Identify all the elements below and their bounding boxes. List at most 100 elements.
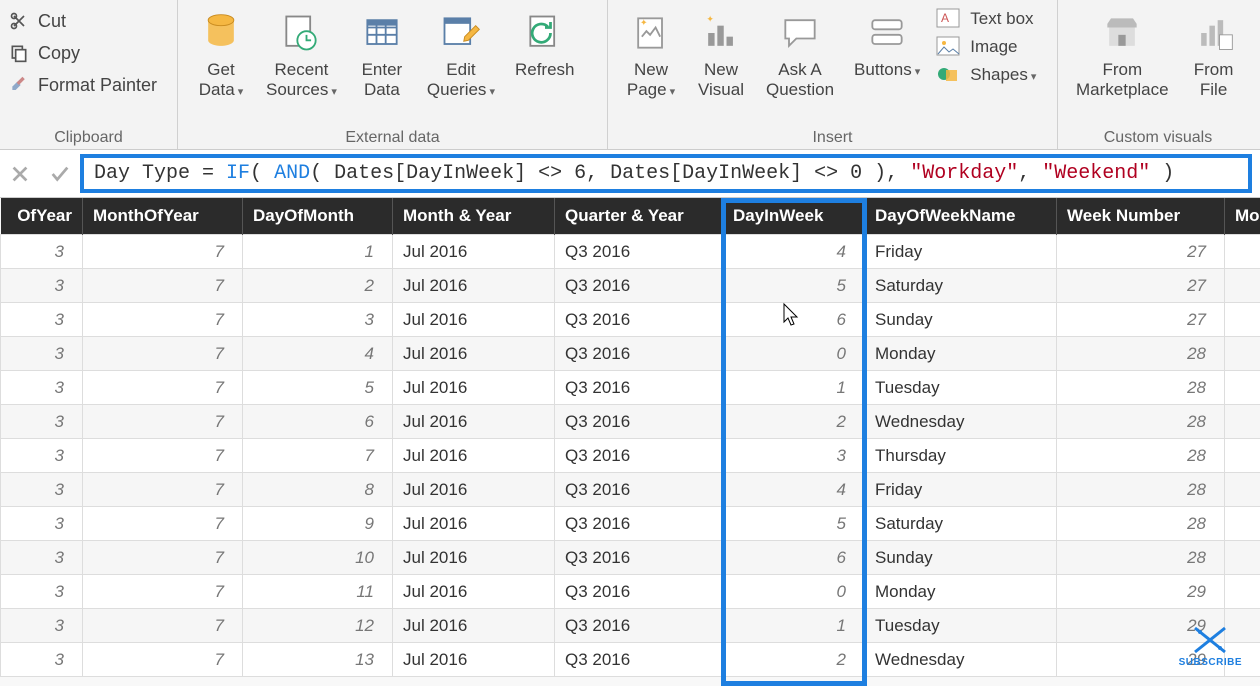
table-cell[interactable]: 8 (243, 473, 393, 507)
table-cell[interactable]: Jul 2016 (393, 405, 555, 439)
table-cell[interactable]: 4 (243, 337, 393, 371)
table-cell[interactable]: Q3 2016 (555, 541, 723, 575)
table-cell[interactable]: 29 (1057, 575, 1225, 609)
table-cell[interactable]: Tuesday (865, 609, 1057, 643)
table-cell[interactable]: 3 (1, 541, 83, 575)
table-row[interactable]: 372Jul 2016Q3 20165Saturday27 (1, 269, 1260, 303)
table-cell[interactable]: 7 (83, 507, 243, 541)
table-cell[interactable]: 7 (83, 269, 243, 303)
table-cell[interactable]: 3 (1, 269, 83, 303)
table-cell[interactable]: Q3 2016 (555, 371, 723, 405)
get-data-button[interactable]: Get Data (186, 4, 256, 101)
table-cell[interactable]: Jul 2016 (393, 473, 555, 507)
table-cell[interactable]: 3 (1, 575, 83, 609)
table-cell[interactable]: 3 (1, 439, 83, 473)
from-marketplace-button[interactable]: From Marketplace (1066, 4, 1179, 101)
table-cell[interactable]: Jul 2016 (393, 235, 555, 269)
table-cell[interactable]: Q3 2016 (555, 269, 723, 303)
table-cell[interactable]: 27 (1057, 235, 1225, 269)
table-cell[interactable]: 7 (83, 473, 243, 507)
format-painter-button[interactable]: Format Painter (8, 74, 157, 96)
table-cell[interactable]: 7 (83, 405, 243, 439)
table-cell[interactable] (1225, 269, 1260, 303)
table-cell[interactable]: 3 (1, 507, 83, 541)
table-cell[interactable]: Jul 2016 (393, 541, 555, 575)
table-cell[interactable]: Saturday (865, 269, 1057, 303)
table-row[interactable]: 378Jul 2016Q3 20164Friday28 (1, 473, 1260, 507)
column-header[interactable]: OfYear (1, 198, 83, 235)
table-cell[interactable]: 0 (723, 337, 865, 371)
table-cell[interactable]: 3 (1, 405, 83, 439)
table-cell[interactable]: Jul 2016 (393, 575, 555, 609)
table-cell[interactable]: Jul 2016 (393, 337, 555, 371)
formula-input[interactable]: Day Type = IF( AND( Dates[DayInWeek] <> … (80, 154, 1252, 193)
table-cell[interactable]: 7 (83, 235, 243, 269)
table-cell[interactable]: 3 (1, 371, 83, 405)
ask-question-button[interactable]: Ask A Question (756, 4, 844, 101)
shapes-button[interactable]: Shapes (936, 64, 1036, 86)
table-cell[interactable]: 7 (83, 337, 243, 371)
table-cell[interactable]: Wednesday (865, 643, 1057, 677)
table-cell[interactable]: 28 (1057, 439, 1225, 473)
table-cell[interactable]: 1 (723, 371, 865, 405)
table-cell[interactable] (1225, 405, 1260, 439)
table-cell[interactable]: 12 (243, 609, 393, 643)
table-cell[interactable]: 7 (83, 371, 243, 405)
formula-commit-button[interactable] (40, 163, 80, 185)
table-cell[interactable]: Jul 2016 (393, 439, 555, 473)
table-cell[interactable]: 13 (243, 643, 393, 677)
table-cell[interactable] (1225, 609, 1260, 643)
column-header[interactable]: Quarter & Year (555, 198, 723, 235)
table-cell[interactable] (1225, 473, 1260, 507)
table-cell[interactable]: Q3 2016 (555, 405, 723, 439)
table-cell[interactable]: Q3 2016 (555, 439, 723, 473)
table-cell[interactable]: Jul 2016 (393, 609, 555, 643)
image-button[interactable]: Image (936, 36, 1036, 58)
table-cell[interactable]: Saturday (865, 507, 1057, 541)
table-row[interactable]: 377Jul 2016Q3 20163Thursday28 (1, 439, 1260, 473)
table-cell[interactable]: 2 (723, 643, 865, 677)
table-row[interactable]: 379Jul 2016Q3 20165Saturday28 (1, 507, 1260, 541)
cut-button[interactable]: Cut (8, 10, 157, 32)
table-cell[interactable]: 2 (243, 269, 393, 303)
data-table[interactable]: OfYearMonthOfYearDayOfMonthMonth & YearQ… (0, 198, 1260, 677)
table-cell[interactable]: Jul 2016 (393, 269, 555, 303)
table-row[interactable]: 374Jul 2016Q3 20160Monday28 (1, 337, 1260, 371)
table-cell[interactable]: 27 (1057, 269, 1225, 303)
table-row[interactable]: 371Jul 2016Q3 20164Friday27 (1, 235, 1260, 269)
table-cell[interactable]: Q3 2016 (555, 643, 723, 677)
table-cell[interactable]: 7 (83, 439, 243, 473)
table-cell[interactable]: 3 (1, 609, 83, 643)
table-cell[interactable]: 1 (723, 609, 865, 643)
table-cell[interactable] (1225, 575, 1260, 609)
new-visual-button[interactable]: ✦ New Visual (686, 4, 756, 101)
table-cell[interactable]: Q3 2016 (555, 575, 723, 609)
table-cell[interactable]: 7 (83, 575, 243, 609)
table-row[interactable]: 3710Jul 2016Q3 20166Sunday28 (1, 541, 1260, 575)
table-cell[interactable]: 27 (1057, 303, 1225, 337)
table-cell[interactable]: 28 (1057, 507, 1225, 541)
table-cell[interactable] (1225, 337, 1260, 371)
table-cell[interactable] (1225, 371, 1260, 405)
table-cell[interactable]: Jul 2016 (393, 371, 555, 405)
table-cell[interactable]: Jul 2016 (393, 643, 555, 677)
table-cell[interactable]: Q3 2016 (555, 609, 723, 643)
table-cell[interactable]: Q3 2016 (555, 473, 723, 507)
table-cell[interactable]: 5 (723, 507, 865, 541)
column-header[interactable]: MonthOfYear (83, 198, 243, 235)
new-page-button[interactable]: ✦ New Page (616, 4, 686, 101)
table-cell[interactable]: Sunday (865, 541, 1057, 575)
table-cell[interactable]: 28 (1057, 405, 1225, 439)
table-cell[interactable]: Monday (865, 575, 1057, 609)
table-cell[interactable]: Q3 2016 (555, 337, 723, 371)
table-cell[interactable]: 3 (1, 303, 83, 337)
column-header[interactable]: DayOfMonth (243, 198, 393, 235)
table-cell[interactable]: 6 (723, 303, 865, 337)
table-cell[interactable]: Q3 2016 (555, 235, 723, 269)
column-header[interactable]: DayOfWeekName (865, 198, 1057, 235)
table-cell[interactable]: Tuesday (865, 371, 1057, 405)
table-cell[interactable]: 3 (1, 235, 83, 269)
table-cell[interactable]: 3 (723, 439, 865, 473)
table-row[interactable]: 3711Jul 2016Q3 20160Monday29 (1, 575, 1260, 609)
table-cell[interactable]: 7 (83, 643, 243, 677)
